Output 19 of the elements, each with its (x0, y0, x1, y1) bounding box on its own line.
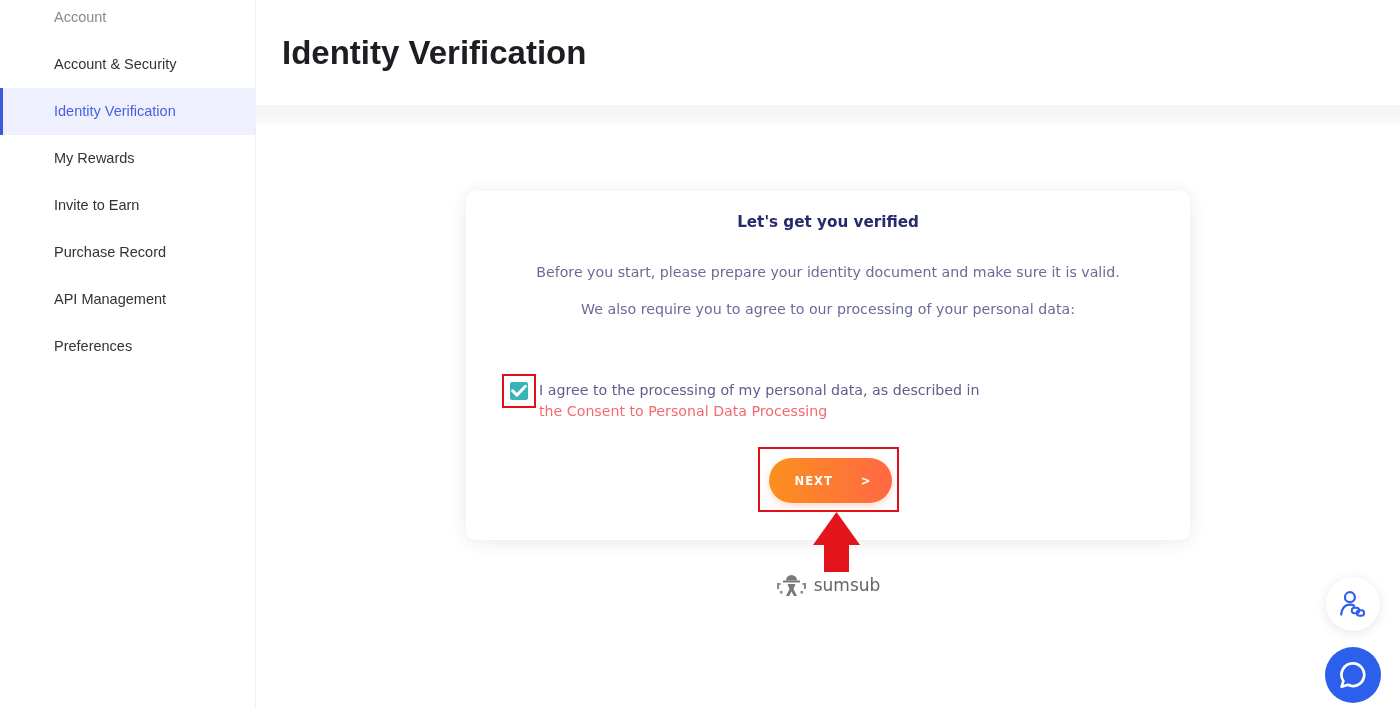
card-title: Let's get you verified (737, 212, 919, 232)
sidebar-item[interactable]: Purchase Record (0, 229, 255, 276)
instruction-text: We also require you to agree to our processing of your personal data: (581, 300, 1075, 319)
page-title: Identity Verification (282, 32, 587, 73)
instruction-text: Before you start, please prepare your identity document and make sure it is valid. (536, 263, 1120, 282)
consent-text: I agree to the processing of my personal data, as described in the Consent to Personal Data Processing (539, 381, 981, 421)
checkmark-icon (511, 383, 527, 399)
sidebar-item[interactable]: API Management (0, 276, 255, 323)
sidebar-item[interactable]: My Rewards (0, 135, 255, 182)
checkbox[interactable] (510, 382, 528, 400)
mascot-icon (775, 573, 807, 597)
sidebar-heading: Account (54, 8, 107, 27)
sidebar-item[interactable]: Account & Security (0, 41, 255, 88)
person-link-icon (1340, 591, 1366, 617)
sidebar-item[interactable]: Invite to Earn (0, 182, 255, 229)
provider-name: sumsub (813, 574, 881, 597)
chat-bubble-icon (1340, 662, 1366, 688)
sidebar-item[interactable]: Preferences (0, 323, 255, 370)
sidebar-item[interactable]: Identity Verification (0, 88, 255, 135)
